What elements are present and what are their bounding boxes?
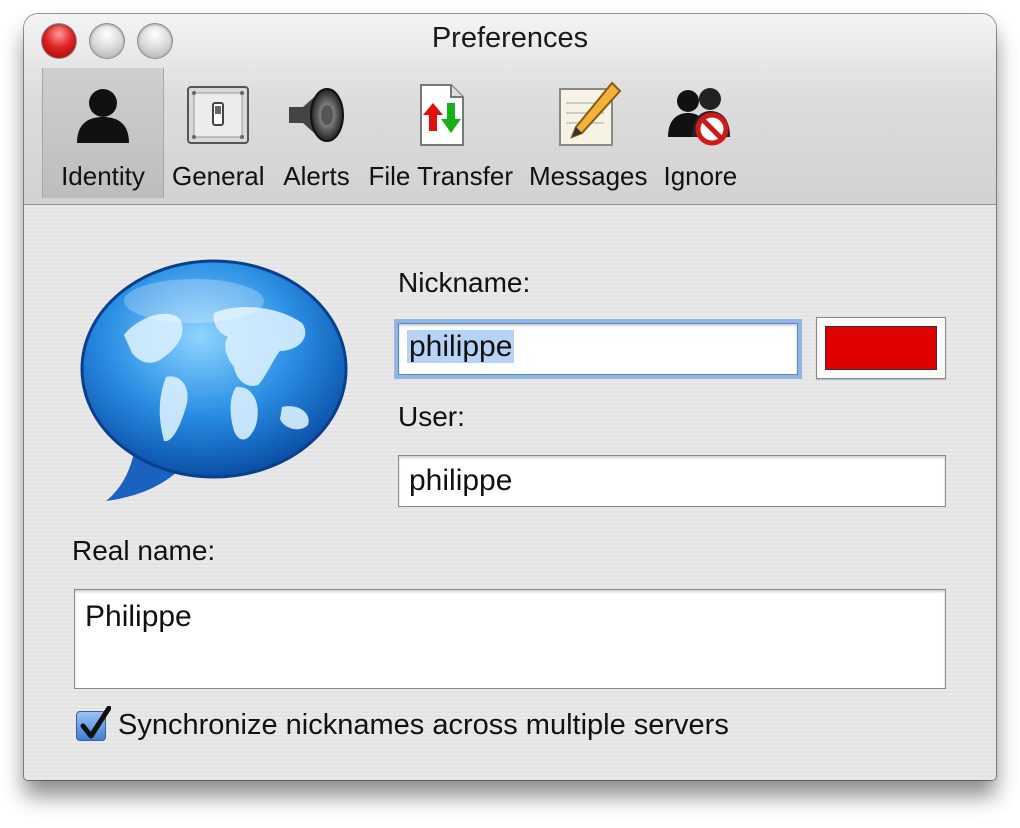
tab-ignore-label: Ignore: [663, 161, 738, 191]
real-name-label: Real name:: [72, 535, 216, 566]
user-field[interactable]: philippe: [398, 455, 946, 507]
ignore-users-icon: [668, 88, 731, 146]
title-toolbar-area: Preferences Identity General Alerts File…: [24, 14, 996, 205]
preferences-toolbar: Identity General Alerts File Transfer Me…: [42, 68, 745, 198]
sync-nicknames-checkbox[interactable]: [76, 706, 111, 741]
nickname-color-well[interactable]: [816, 317, 946, 379]
nickname-label: Nickname:: [398, 267, 531, 298]
nickname-value: philippe: [407, 330, 515, 363]
tab-general-label: General: [172, 161, 265, 191]
pencil-note-icon: [559, 81, 622, 146]
tab-messages[interactable]: Messages: [521, 68, 656, 198]
speaker-icon: [288, 88, 344, 142]
tab-file-transfer[interactable]: File Transfer: [361, 68, 522, 198]
nickname-color-swatch: [825, 326, 937, 370]
tab-identity[interactable]: Identity: [42, 68, 164, 198]
real-name-value: Philippe: [85, 600, 192, 633]
nickname-field[interactable]: philippe: [398, 323, 798, 375]
sync-nicknames-label[interactable]: Synchronize nicknames across multiple se…: [118, 709, 729, 742]
switch-panel-icon: [187, 86, 250, 144]
tab-messages-label: Messages: [529, 161, 648, 191]
tab-alerts-label: Alerts: [283, 161, 350, 191]
person-silhouette-icon: [77, 89, 129, 143]
transfer-arrows-icon: [419, 84, 464, 146]
tab-identity-label: Identity: [61, 161, 145, 191]
preferences-window: Preferences Identity General Alerts File…: [24, 14, 996, 780]
identity-pane: Nickname: philippe User: philippe Real n…: [24, 205, 996, 780]
tab-general[interactable]: General: [164, 68, 273, 198]
globe-speech-bubble-icon: [80, 259, 348, 501]
tab-file-transfer-label: File Transfer: [368, 161, 514, 191]
real-name-field[interactable]: Philippe: [74, 589, 946, 689]
user-label: User:: [398, 401, 465, 432]
user-value: philippe: [409, 464, 513, 497]
window-title: Preferences: [431, 22, 589, 54]
tab-ignore[interactable]: Ignore: [656, 68, 746, 198]
tab-alerts[interactable]: Alerts: [273, 68, 361, 198]
checkmark-icon: [80, 706, 111, 739]
